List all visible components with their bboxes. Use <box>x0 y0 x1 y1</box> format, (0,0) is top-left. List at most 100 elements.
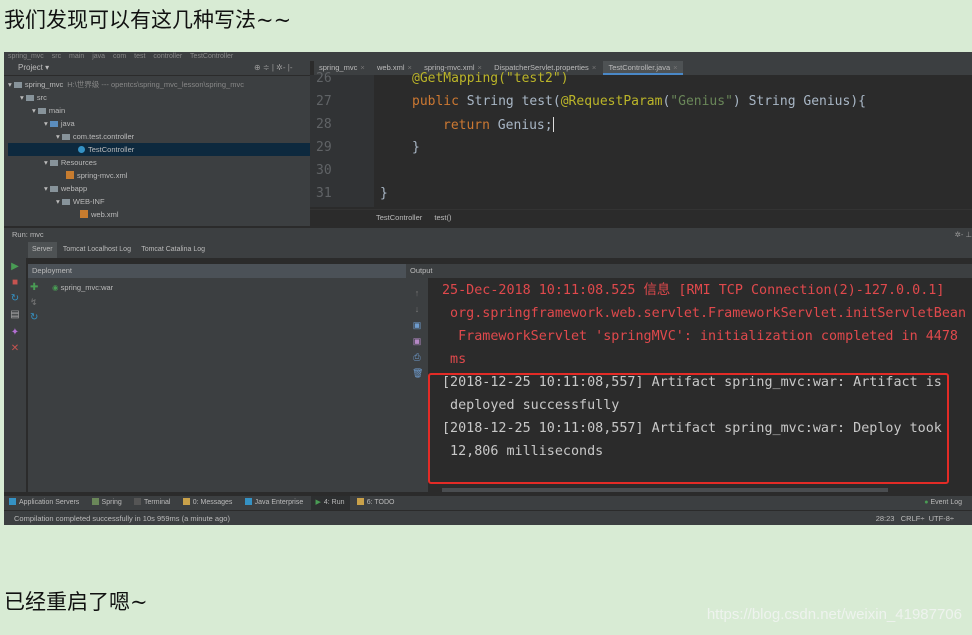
close-icon[interactable]: × <box>360 63 364 72</box>
tool-run[interactable]: ▶ 4: Run <box>310 496 350 510</box>
update-icon[interactable]: ↻ <box>10 294 20 304</box>
close-icon[interactable]: × <box>592 63 596 72</box>
ok-icon: ◉ <box>52 283 59 292</box>
tree-label: Resources <box>60 158 97 167</box>
tree-label: webapp <box>60 184 88 193</box>
tree-item-main[interactable]: ▾ main <box>32 104 65 117</box>
tree-label: TestController <box>88 145 135 154</box>
console-line: [2018-12-25 10:11:08,557] Artifact sprin… <box>442 375 942 390</box>
project-title[interactable]: Project <box>18 63 43 72</box>
caret-position[interactable]: 28:23 <box>876 514 895 523</box>
terminal-icon <box>134 498 142 505</box>
deploy-icon[interactable]: ✚ <box>30 282 44 293</box>
nav-crumb[interactable]: java <box>92 53 105 60</box>
close-icon[interactable]: × <box>673 63 677 72</box>
tree-item-src[interactable]: ▾ src <box>20 91 47 104</box>
xml-file-icon <box>80 210 88 218</box>
run-config-tab[interactable]: mvc <box>30 230 44 239</box>
tree-label: src <box>36 93 47 102</box>
tool-spring[interactable]: Spring <box>87 496 127 510</box>
tree-item-spring-mvc-xml[interactable]: spring-mvc.xml <box>66 169 127 182</box>
tab-label: web.xml <box>376 63 405 72</box>
tab-tomcat-catalina-log[interactable]: Tomcat Catalina Log <box>137 242 209 258</box>
tree-item-webapp[interactable]: ▾ webapp <box>44 182 87 195</box>
project-tools[interactable]: ⊕ ≑ | ✲- |- <box>254 61 292 75</box>
tree-item-root[interactable]: ▾ spring_mvc H:\世界级 --- opentcs\spring_mv… <box>8 78 244 91</box>
tool-application-servers[interactable]: Application Servers <box>4 496 84 510</box>
console-line: org.springframework.web.servlet.Framewor… <box>442 306 967 321</box>
tree-item-java[interactable]: ▾ java <box>44 117 75 130</box>
folder-icon <box>49 121 58 127</box>
folder-icon <box>13 82 22 88</box>
tab-web-xml[interactable]: web.xml × <box>372 61 417 75</box>
tree-item-web-xml[interactable]: web.xml <box>80 208 119 221</box>
tool-messages[interactable]: 0: Messages <box>178 496 238 510</box>
tool-todo[interactable]: 6: TODO <box>352 496 400 510</box>
line-number: 27 <box>316 94 332 109</box>
tree-label: spring_mvc <box>24 80 64 89</box>
tree-label: main <box>48 106 66 115</box>
tab-tomcat-localhost-log[interactable]: Tomcat Localhost Log <box>59 242 135 258</box>
print-icon[interactable]: ⎙ <box>412 352 422 362</box>
breadcrumb-class[interactable]: TestController <box>376 213 422 222</box>
xml-file-icon <box>66 171 74 179</box>
up-arrow-icon[interactable]: ↑ <box>412 288 422 298</box>
refresh-icon[interactable]: ↻ <box>30 312 44 323</box>
run-panel-tools[interactable]: ✲- ⊥ <box>955 228 972 242</box>
status-right: 28:23 CRLF÷ UTF-8÷ <box>876 511 954 525</box>
undeploy-icon[interactable]: ↯ <box>30 297 44 308</box>
text-caret <box>552 117 554 132</box>
nav-crumb[interactable]: controller <box>153 53 182 60</box>
down-arrow-icon[interactable]: ↓ <box>412 304 422 314</box>
line-number: 31 <box>316 186 332 201</box>
line-number: 28 <box>316 117 332 132</box>
tool-label: Terminal <box>144 499 171 506</box>
event-log-icon: ● <box>924 499 929 506</box>
tree-item-resources[interactable]: ▾ Resources <box>44 156 97 169</box>
soft-wrap-icon[interactable]: ▣ <box>412 320 422 330</box>
nav-crumb[interactable]: main <box>69 53 84 60</box>
code-editor[interactable]: 26 27 28 29 30 31 @GetMapping("test2") p… <box>310 71 972 207</box>
tool-label: Java Enterprise <box>254 499 304 506</box>
deployment-actions: ✚ ↯ ↻ <box>30 282 44 323</box>
deployment-item[interactable]: ◉ spring_mvc:war <box>52 283 113 292</box>
console-output[interactable]: 25-Dec-2018 10:11:08.525 信息 [RMI TCP Con… <box>428 278 966 492</box>
tool-label: Spring <box>101 499 122 506</box>
annotation-token: @RequestParam <box>560 94 663 109</box>
stop-icon[interactable]: ■ <box>10 278 20 288</box>
tool-java-enterprise[interactable]: Java Enterprise <box>240 496 309 510</box>
tab-testcontroller-java[interactable]: TestController.java × <box>603 61 683 75</box>
tree-item-testcontroller[interactable]: TestController <box>8 143 310 156</box>
tree-item-package[interactable]: ▾ com.test.controller <box>56 130 134 143</box>
layout-icon[interactable]: ▤ <box>10 310 20 320</box>
nav-crumb[interactable]: spring_mvc <box>8 53 44 60</box>
project-path: H:\世界级 --- opentcs\spring_mvc_lesson\spr… <box>67 80 244 89</box>
navigation-bar: spring_mvc src main java com test contro… <box>4 52 972 61</box>
code-breadcrumb: TestController test() <box>310 209 972 226</box>
scroll-to-end-icon[interactable]: ▣ <box>412 336 422 346</box>
file-encoding[interactable]: UTF-8÷ <box>929 514 954 523</box>
code-token: ) String Genius){ <box>732 94 866 109</box>
tree-item-web-inf[interactable]: ▾ WEB-INF <box>56 195 105 208</box>
line-separator[interactable]: CRLF÷ <box>901 514 925 523</box>
console-line: 25-Dec-2018 10:11:08.525 信息 [RMI TCP Con… <box>442 283 945 298</box>
pin-icon[interactable]: ✦ <box>10 328 20 338</box>
nav-crumb[interactable]: TestController <box>190 53 233 60</box>
nav-crumb[interactable]: test <box>134 53 145 60</box>
breadcrumb-method[interactable]: test() <box>434 213 451 222</box>
close-icon[interactable]: ✕ <box>10 344 20 354</box>
horizontal-scrollbar[interactable] <box>442 488 888 492</box>
keyword-token: return <box>443 118 490 133</box>
project-panel-header: Project ▾ ⊕ ≑ | ✲- |- <box>4 61 310 76</box>
trash-icon[interactable]: 🗑 <box>412 368 423 378</box>
event-log-button[interactable]: ● Event Log <box>924 496 962 510</box>
tab-server[interactable]: Server <box>28 242 57 258</box>
nav-crumb[interactable]: com <box>113 53 126 60</box>
nav-crumb[interactable]: src <box>52 53 61 60</box>
folder-icon <box>37 108 46 114</box>
rerun-icon[interactable]: ▶ <box>10 262 20 272</box>
tool-terminal[interactable]: Terminal <box>129 496 175 510</box>
console-line: 12,806 milliseconds <box>442 444 604 459</box>
tool-label: 0: Messages <box>192 499 233 506</box>
line-number: 30 <box>316 163 332 178</box>
